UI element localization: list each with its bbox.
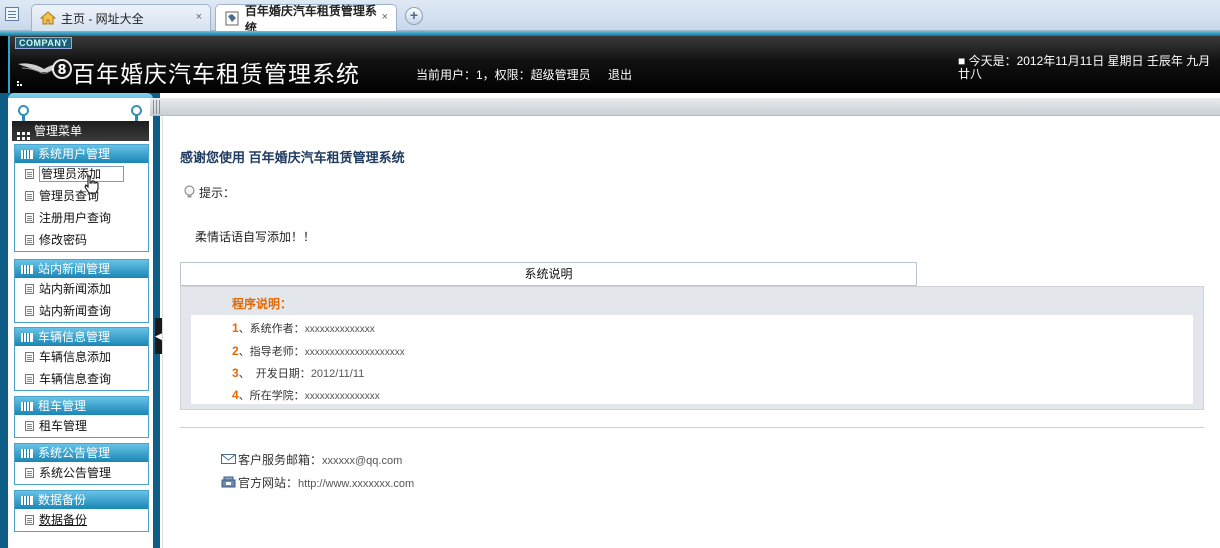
menu-item-vehicle-query[interactable]: 车辆信息查询 [15,368,148,390]
info-row-author: 1、系统作者：xxxxxxxxxxxxxx [232,321,375,335]
group-title[interactable]: 系统用户管理 [15,145,148,163]
info-row-college: 4、所在学院：xxxxxxxxxxxxxxx [232,388,380,402]
decor-dots [17,76,27,86]
divider [180,427,1204,428]
menu-item-notice[interactable]: 系统公告管理 [15,462,148,484]
svg-text:8: 8 [57,63,66,78]
tab-app[interactable]: 百年婚庆汽车租赁管理系统 × [215,4,397,35]
email-value[interactable]: xxxxxx@qq.com [322,455,402,467]
current-user-text: 当前用户：1，权限：超级管理员 [416,68,591,82]
mail-icon [221,453,236,465]
new-tab-button[interactable]: + [405,7,423,25]
group-icon [21,150,33,159]
menu-item-user-query[interactable]: 注册用户查询 [15,207,148,229]
menu-group-backup: 数据备份 数据备份 [14,490,149,532]
menu-item-backup[interactable]: 数据备份 [15,509,148,531]
menu-item-admin-add[interactable]: 管理员添加 [15,163,148,185]
group-title[interactable]: 车辆信息管理 [15,328,148,346]
menu-item-news-query[interactable]: 站内新闻查询 [15,300,148,322]
document-icon [25,352,34,362]
pin-icon [18,105,29,127]
menu-group-notice: 系统公告管理 系统公告管理 [14,443,149,485]
group-title[interactable]: 站内新闻管理 [15,260,148,278]
grip-icon [153,100,162,114]
app-title: 百年婚庆汽车租赁管理系统 [72,62,360,88]
document-icon [25,213,34,223]
browser-menu-icon[interactable] [5,7,19,21]
close-icon[interactable]: × [196,11,202,23]
lightbulb-icon [183,185,196,199]
group-title[interactable]: 租车管理 [15,397,148,415]
company-label: COMPANY [15,37,72,49]
document-icon [25,306,34,316]
tab-title: 主页 - 网址大全 [61,11,144,26]
website-value[interactable]: http://www.xxxxxxx.com [298,478,414,490]
info-row-advisor: 2、指导老师：xxxxxxxxxxxxxxxxxxxx [232,344,405,358]
date-display: ■ 今天是：2012年11月11日 星期日 壬辰年 九月廿八 [958,54,1211,81]
menu-item-change-password[interactable]: 修改密码 [15,229,148,251]
tip-text: 柔情话语自写添加！！ [195,230,316,244]
document-icon [25,284,34,294]
logout-link[interactable]: 退出 [608,68,632,82]
home-icon [40,10,56,26]
menu-header: 管理菜单 [12,121,149,141]
welcome-heading: 感谢您使用 百年婚庆汽车租赁管理系统 [180,150,405,165]
program-description-title: 程序说明： [232,297,293,311]
grid-icon [17,127,30,140]
group-title[interactable]: 系统公告管理 [15,444,148,462]
hand-cursor-icon [83,175,101,195]
document-icon [25,515,34,525]
document-icon [25,235,34,245]
menu-group-users: 系统用户管理 管理员添加 管理员查询 注册用户查询 修改密码 [14,144,149,252]
group-icon [21,449,33,458]
info-row-date: 3、 开发日期：2012/11/11 [232,366,365,380]
document-icon [25,191,34,201]
browser-tab-bar: 主页 - 网址大全 × 百年婚庆汽车租赁管理系统 × + [0,0,1220,35]
collapse-sidebar-handle[interactable]: ◀ [155,318,162,354]
menu-item-admin-query[interactable]: 管理员查询 [15,185,148,207]
group-icon [21,265,33,274]
menu-item-vehicle-add[interactable]: 车辆信息添加 [15,346,148,368]
group-icon [21,333,33,342]
document-icon [25,374,34,384]
version-text: 版本：2012V1.0 [42,541,123,548]
content-toolbar [150,98,1220,116]
menu-item-rental[interactable]: 租车管理 [15,415,148,437]
contact-email: 客户服务邮箱：xxxxxx@qq.com [221,451,402,468]
menu-title: 管理菜单 [34,124,83,138]
menu-group-news: 站内新闻管理 站内新闻添加 站内新闻查询 [14,259,149,323]
group-icon [21,402,33,411]
document-icon [25,169,34,179]
menu-group-vehicles: 车辆信息管理 车辆信息添加 车辆信息查询 [14,327,149,391]
tip-label: 提示： [183,184,235,201]
system-description-header: 系统说明 [180,262,917,286]
page-icon [224,11,240,27]
user-info: 当前用户：1，权限：超级管理员 退出 [416,66,632,83]
phone-icon [221,476,236,488]
menu-group-rental: 租车管理 租车管理 [14,396,149,438]
document-icon [25,421,34,431]
pin-icon [131,105,142,127]
group-icon [21,496,33,505]
tab-home[interactable]: 主页 - 网址大全 × [31,4,211,31]
menu-item-news-add[interactable]: 站内新闻添加 [15,278,148,300]
contact-website: 官方网站：http://www.xxxxxxx.com [221,474,414,491]
document-icon [25,468,34,478]
group-title[interactable]: 数据备份 [15,491,148,509]
close-icon[interactable]: × [382,11,388,23]
